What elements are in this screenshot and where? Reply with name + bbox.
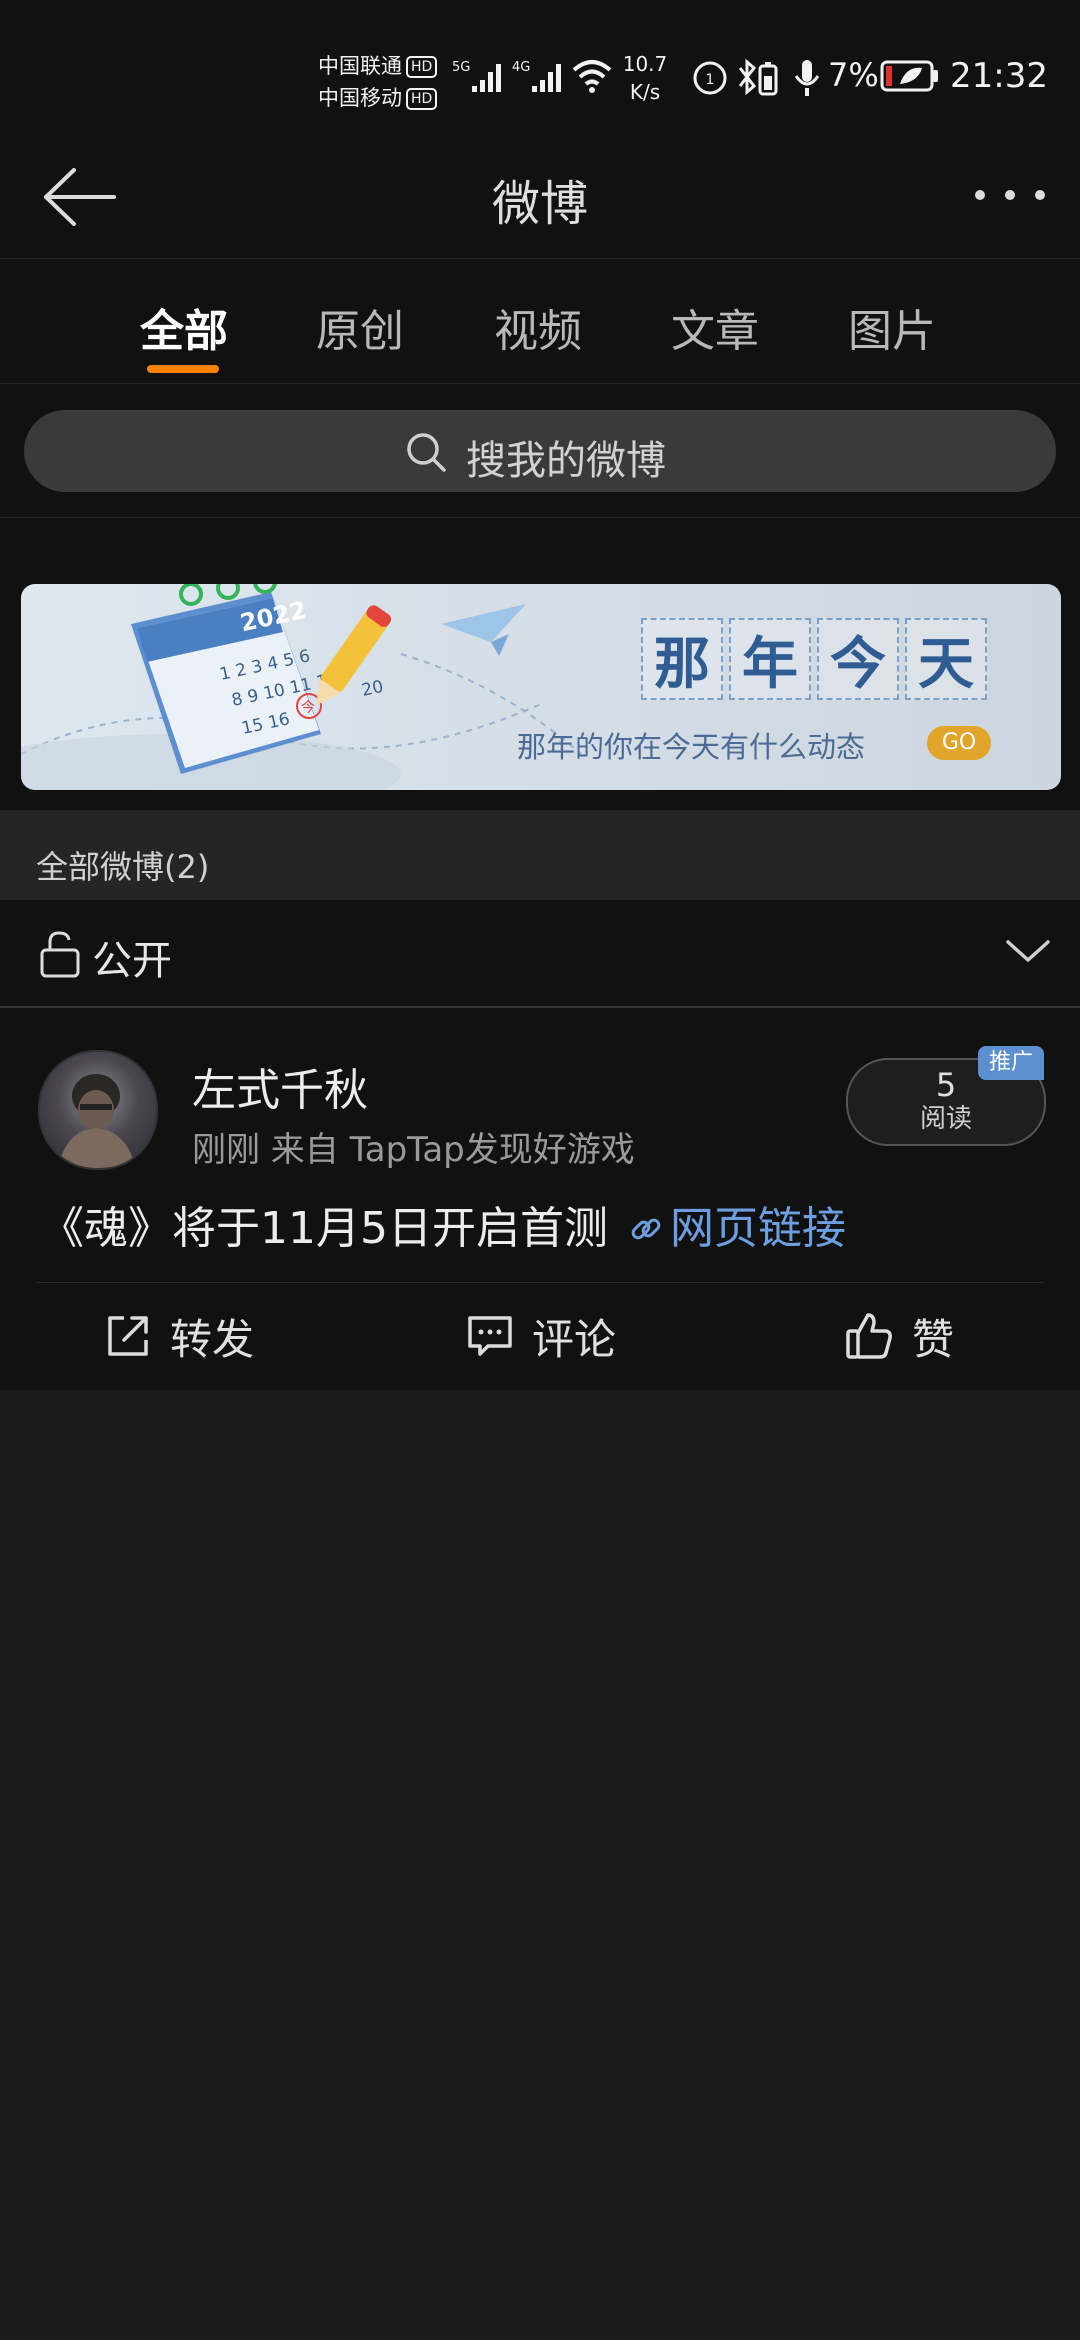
on-this-day-banner[interactable]: 2022 1 2 3 4 5 6 8 9 10 11 12 15 16 今 20 — [21, 584, 1061, 790]
active-tab-indicator — [147, 365, 219, 373]
battery-icon — [880, 60, 938, 92]
search-input[interactable]: 搜我的微博 — [24, 410, 1056, 492]
tab-all[interactable]: 全部 — [124, 295, 244, 359]
carrier-2: 中国移动 — [318, 86, 402, 110]
clock: 21:32 — [950, 56, 1048, 96]
visibility-label: 公开 — [92, 938, 172, 984]
signal-icon-2 — [532, 64, 561, 92]
read-label: 阅读 — [919, 1104, 972, 1134]
banner-subtitle: 那年的你在今天有什么动态 — [517, 730, 866, 764]
like-label: 赞 — [912, 1314, 955, 1364]
empty-content-area — [0, 1390, 1080, 2340]
repost-icon — [108, 1316, 148, 1356]
hd-badge-2: HD — [406, 88, 438, 110]
post-text: 《魂》将于11月5日开启首测 — [40, 1203, 608, 1254]
wifi-icon — [572, 60, 612, 93]
post-username[interactable]: 左式千秋 — [192, 1054, 368, 1118]
chevron-down-icon — [1006, 940, 1050, 962]
calendar-today-mark: 今 — [301, 700, 315, 716]
search-placeholder: 搜我的微博 — [466, 438, 666, 484]
search-icon — [407, 433, 446, 472]
banner-section: 2022 1 2 3 4 5 6 8 9 10 11 12 15 16 今 20 — [0, 518, 1080, 810]
repost-button[interactable]: 转发 — [104, 1306, 254, 1366]
tab-image[interactable]: 图片 — [832, 295, 952, 359]
post-card[interactable]: 左式千秋 刚刚 来自 TapTap发现好游戏 5 阅读 推广 《魂》将于11月5… — [0, 1008, 1080, 1390]
search-section: 搜我的微博 — [0, 384, 1080, 518]
calendar-number-20: 20 — [360, 677, 385, 701]
web-link[interactable]: 网页链接 — [628, 1192, 846, 1256]
thumbs-up-icon — [846, 1313, 892, 1359]
avatar[interactable] — [38, 1050, 158, 1170]
post-meta: 刚刚 来自 TapTap发现好游戏 — [192, 1130, 635, 1170]
comment-label: 评论 — [532, 1314, 617, 1364]
weibo-my-posts-page: 中国联通 HD 中国移动 HD 5G 4G 10.7 K/s 1 7% 21:3… — [0, 0, 1080, 2340]
status-bar: 中国联通 HD 中国移动 HD 5G 4G 10.7 K/s 1 7% 21:3… — [0, 0, 1080, 140]
battery-percent: 7% — [828, 56, 879, 94]
microphone-icon — [794, 60, 820, 96]
post-divider — [36, 1282, 1044, 1283]
hd-badge-1: HD — [406, 56, 438, 78]
signal-icon-1 — [472, 64, 501, 92]
comment-button[interactable]: 评论 — [466, 1306, 616, 1366]
repost-label: 转发 — [170, 1314, 255, 1364]
like-button[interactable]: 赞 — [844, 1306, 954, 1366]
speed-unit: K/s — [629, 80, 661, 104]
web-link-label: 网页链接 — [670, 1203, 846, 1254]
tab-video[interactable]: 视频 — [478, 295, 598, 359]
bluetooth-battery-icon — [738, 58, 778, 96]
title-bar: 微博 — [0, 140, 1080, 259]
avatar-image — [58, 1074, 136, 1168]
comment-icon — [468, 1316, 512, 1356]
unlock-icon — [40, 931, 80, 978]
banner-title: 那 年 今 天 — [641, 618, 987, 700]
carrier-info: 中国联通 HD 中国移动 HD — [318, 50, 438, 114]
tab-article[interactable]: 文章 — [655, 295, 775, 359]
banner-title-char-4: 天 — [905, 618, 987, 700]
visibility-filter[interactable]: 公开 — [0, 900, 1080, 1008]
more-options-icon[interactable] — [972, 180, 1048, 210]
link-icon — [631, 1218, 661, 1240]
banner-title-char-3: 今 — [817, 618, 899, 700]
banner-title-char-2: 年 — [729, 618, 811, 700]
network-speed: 10.7 K/s — [618, 50, 672, 106]
promote-badge[interactable]: 推广 — [978, 1046, 1044, 1080]
section-label: 全部微博(2) — [36, 848, 210, 886]
hd-call-icon: 1 — [693, 61, 727, 95]
banner-go-button[interactable]: GO — [927, 726, 991, 760]
banner-title-char-1: 那 — [641, 618, 723, 700]
tab-original[interactable]: 原创 — [300, 295, 420, 359]
section-header: 全部微博(2) — [0, 810, 1080, 900]
svg-text:1: 1 — [706, 72, 715, 88]
speed-value: 10.7 — [622, 52, 668, 76]
carrier-1: 中国联通 — [318, 54, 402, 78]
page-title: 微博 — [491, 176, 588, 232]
tab-bar: 全部 原创 视频 文章 图片 — [0, 259, 1080, 384]
